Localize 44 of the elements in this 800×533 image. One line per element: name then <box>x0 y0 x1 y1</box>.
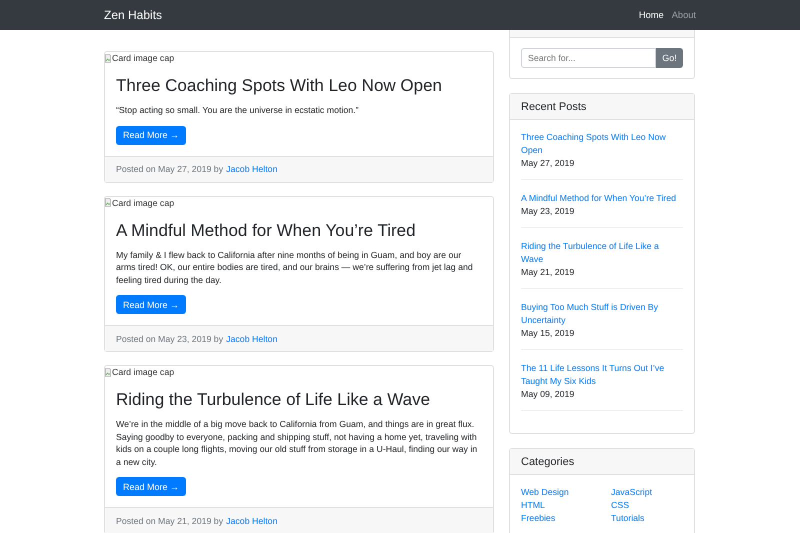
category-link[interactable]: HTML <box>521 499 611 512</box>
posted-date-text: Posted on May 21, 2019 by <box>116 516 224 526</box>
post-link[interactable]: The 11 Life Lessons It Turns Out I’ve Taught My Six Kids <box>521 362 683 388</box>
post-link[interactable]: Riding the Turbulence of Life Like a Wave <box>521 240 683 266</box>
post-link[interactable]: Three Coaching Spots With Leo Now Open <box>521 131 683 157</box>
broken-image-icon <box>105 197 111 208</box>
post-title: A Mindful Method for When You’re Tired <box>116 220 417 240</box>
author-link[interactable]: Jacob Helton <box>226 334 278 344</box>
image-alt-text: Card image cap <box>112 198 174 208</box>
read-more-button[interactable]: Read More → <box>116 126 186 144</box>
category-link[interactable]: Tutorials <box>611 512 683 525</box>
card-title: Recent Posts <box>521 100 586 112</box>
image-alt-text: Card image cap <box>112 367 174 377</box>
post-date: May 15, 2019 <box>521 327 576 340</box>
post-date: May 27, 2019 <box>521 157 576 170</box>
card-title: Categories <box>521 456 574 468</box>
read-more-button[interactable]: Read More → <box>116 477 186 496</box>
post-date: May 09, 2019 <box>521 388 576 401</box>
search-field[interactable]: Search for... <box>521 48 656 68</box>
author-link[interactable]: Jacob Helton <box>226 516 278 526</box>
category-link[interactable]: CSS <box>611 499 683 512</box>
post-excerpt: “Stop acting so small. You are the universe in ecstatic motion.” <box>116 104 360 116</box>
post-date: May 21, 2019 <box>521 266 576 279</box>
post-link[interactable]: A Mindful Method for When You’re Tired <box>521 192 683 205</box>
post-title: Riding the Turbulence of Life Like a Wave <box>116 390 432 410</box>
broken-image-icon <box>105 52 111 64</box>
nav-link[interactable]: Home <box>638 10 664 20</box>
category-link[interactable]: Web Design <box>521 486 611 499</box>
posted-date-text: Posted on May 27, 2019 by <box>116 164 224 174</box>
post-date: May 23, 2019 <box>521 205 576 218</box>
post-link[interactable]: Buying Too Much Stuff is Driven By Uncertainty <box>521 301 683 327</box>
author-link[interactable]: Jacob Helton <box>226 164 278 174</box>
broken-image-icon <box>105 366 111 378</box>
category-link[interactable]: JavaScript <box>611 486 683 499</box>
nav-link[interactable]: About <box>672 10 696 20</box>
go-button[interactable]: Go! <box>656 48 683 68</box>
read-more-button[interactable]: Read More → <box>116 295 186 314</box>
brand-link[interactable]: Zen Habits <box>104 8 162 22</box>
category-link[interactable]: Freebies <box>521 512 611 525</box>
post-title: Three Coaching Spots With Leo Now Open <box>116 76 444 96</box>
post-excerpt: We’re in the middle of a big move back to California from Guam, and things are in great flux. Saying goodby to everyone, packing and shipping stuff, not having a home yet, traveling with kids on a couple long flights, moving our old stuff from storage in a U-Haul, finding our way in a new city. <box>116 418 478 468</box>
post-excerpt: My family & I flew back to California after nine months of being in Guam, and boy are our arms tired! OK, our entire bodies are tired, and our brains — we’re suffering from jet lag and feeling tired during the day. <box>116 248 474 286</box>
posted-date-text: Posted on May 23, 2019 by <box>116 334 224 344</box>
image-alt-text: Card image cap <box>112 53 174 63</box>
